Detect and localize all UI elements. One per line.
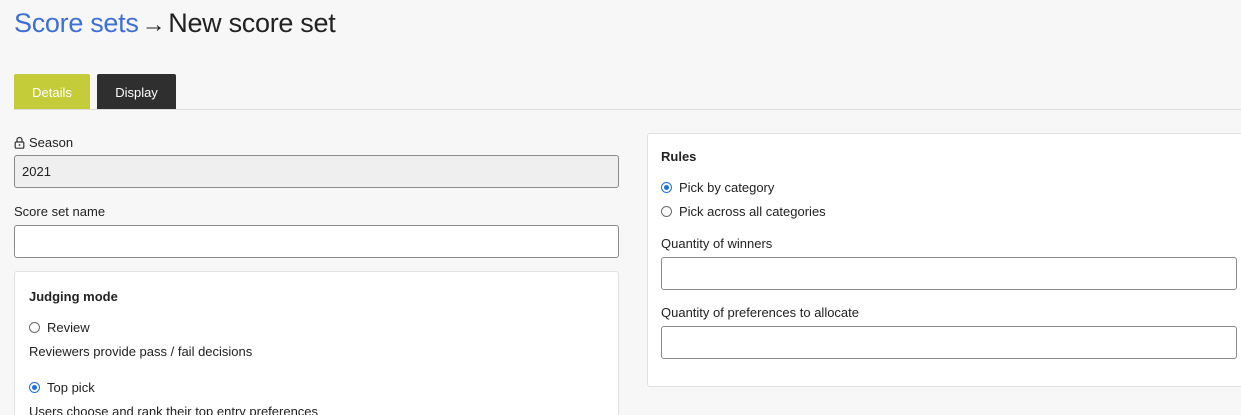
tab-bar: Details Display bbox=[14, 74, 176, 110]
judging-mode-option-review[interactable]: Review bbox=[29, 320, 90, 335]
tab-display[interactable]: Display bbox=[97, 74, 176, 110]
tab-divider bbox=[14, 109, 1241, 110]
judging-mode-review-description: Reviewers provide pass / fail decisions bbox=[29, 344, 253, 359]
season-label: Season bbox=[14, 135, 73, 150]
judging-mode-top-pick-label: Top pick bbox=[47, 380, 95, 395]
judging-mode-title: Judging mode bbox=[29, 289, 118, 304]
arrow-right-icon: → bbox=[141, 11, 166, 38]
radio-pick-across-all[interactable] bbox=[661, 206, 672, 217]
score-set-name-label: Score set name bbox=[14, 204, 106, 219]
quantity-winners-label: Quantity of winners bbox=[661, 236, 773, 251]
quantity-preferences-input[interactable] bbox=[661, 326, 1237, 359]
tab-details[interactable]: Details bbox=[14, 74, 90, 110]
radio-review[interactable] bbox=[29, 322, 40, 333]
rules-title: Rules bbox=[661, 149, 697, 164]
quantity-preferences-label: Quantity of preferences to allocate bbox=[661, 305, 860, 320]
judging-mode-panel: Judging mode Review Reviewers provide pa… bbox=[14, 271, 619, 415]
judging-mode-option-top-pick[interactable]: Top pick bbox=[29, 380, 95, 395]
rules-panel: Rules Pick by category Pick across all c… bbox=[647, 133, 1241, 387]
judging-mode-top-pick-description: Users choose and rank their top entry pr… bbox=[29, 404, 319, 415]
radio-top-pick[interactable] bbox=[29, 382, 40, 393]
rules-pick-by-category-label: Pick by category bbox=[679, 180, 775, 195]
lock-icon bbox=[14, 136, 25, 149]
page-title: Score sets → New score set bbox=[14, 8, 336, 39]
rules-option-pick-by-category[interactable]: Pick by category bbox=[661, 180, 774, 195]
radio-pick-by-category[interactable] bbox=[661, 182, 672, 193]
breadcrumb-score-sets-link[interactable]: Score sets bbox=[14, 8, 139, 38]
rules-option-pick-across-all[interactable]: Pick across all categories bbox=[661, 204, 826, 219]
score-set-name-input[interactable] bbox=[14, 225, 619, 258]
season-field bbox=[14, 155, 619, 188]
season-label-text: Season bbox=[29, 135, 74, 150]
rules-pick-across-all-label: Pick across all categories bbox=[679, 204, 826, 219]
quantity-winners-input[interactable] bbox=[661, 257, 1237, 290]
breadcrumb-current: New score set bbox=[168, 8, 336, 38]
judging-mode-review-label: Review bbox=[47, 320, 90, 335]
